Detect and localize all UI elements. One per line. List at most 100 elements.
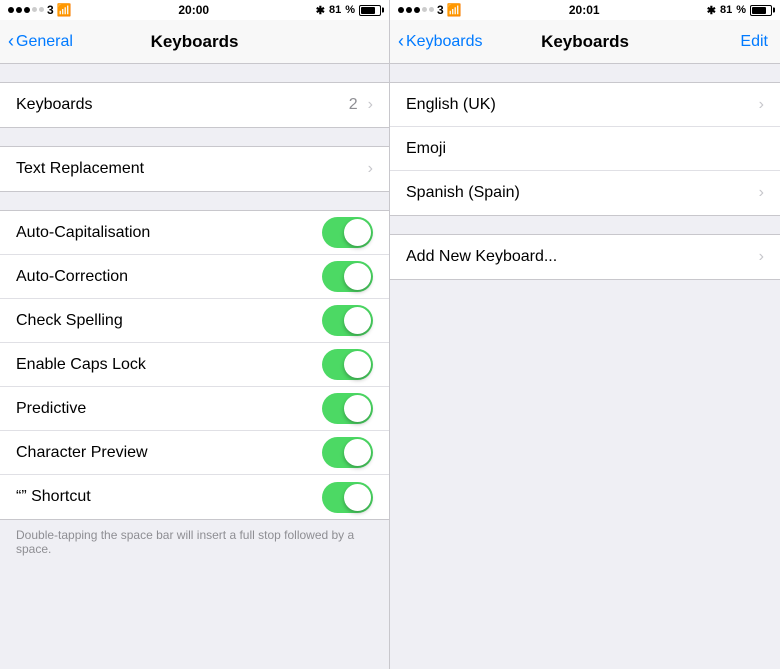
- toggle-predictive: Predictive: [0, 387, 389, 431]
- right-battery-percent: 81: [720, 4, 732, 16]
- signal-dot-1: [8, 7, 14, 13]
- add-keyboard-chevron-icon: ›: [759, 248, 764, 266]
- text-replacement-row[interactable]: Text Replacement ›: [0, 147, 389, 191]
- toggle-shortcut: “” Shortcut: [0, 475, 389, 519]
- keyboard-1-label: Emoji: [406, 140, 446, 158]
- keyboards-group: Keyboards 2 ›: [0, 82, 389, 128]
- right-wifi-icon: 📶: [447, 3, 462, 17]
- text-replacement-chevron-icon: ›: [368, 160, 373, 178]
- toggle-knob: [344, 439, 371, 466]
- r-signal-dot-3: [414, 7, 420, 13]
- text-replacement-right: ›: [368, 160, 373, 178]
- battery-percent: 81: [329, 4, 341, 16]
- r-signal-dot-4: [422, 7, 427, 12]
- r-signal-dot-5: [429, 7, 434, 12]
- toggle-auto-cap-switch[interactable]: [322, 217, 373, 248]
- keyboards-count: 2: [349, 96, 358, 114]
- toggle-char-preview-switch[interactable]: [322, 437, 373, 468]
- right-content: English (UK) › Emoji Spanish (Spain) › A…: [390, 64, 780, 669]
- toggle-caps-lock-label: Enable Caps Lock: [16, 356, 146, 374]
- toggle-check-spelling-label: Check Spelling: [16, 312, 123, 330]
- toggle-char-preview: Character Preview: [0, 431, 389, 475]
- left-status-left: 3 📶: [8, 3, 72, 17]
- toggle-check-spelling-switch[interactable]: [322, 305, 373, 336]
- keyboard-0-chevron-icon: ›: [759, 96, 764, 114]
- keyboards-label: Keyboards: [16, 96, 93, 114]
- toggle-char-preview-label: Character Preview: [16, 444, 148, 462]
- right-back-chevron-icon: ‹: [398, 31, 404, 52]
- keyboard-item-1[interactable]: Emoji: [390, 127, 780, 171]
- back-chevron-icon: ‹: [8, 31, 14, 52]
- left-nav-bar: ‹ General Keyboards: [0, 20, 389, 64]
- right-nav-bar: ‹ Keyboards Keyboards Edit: [390, 20, 780, 64]
- section-footer: Double-tapping the space bar will insert…: [0, 520, 389, 568]
- signal-dot-3: [24, 7, 30, 13]
- left-back-button[interactable]: ‹ General: [8, 32, 73, 52]
- right-carrier-label: 3: [437, 3, 444, 17]
- r-signal-dot-2: [406, 7, 412, 13]
- toggle-shortcut-switch[interactable]: [322, 482, 373, 513]
- toggle-predictive-switch[interactable]: [322, 393, 373, 424]
- gap-3: [0, 192, 389, 210]
- right-panel: 3 📶 20:01 ✱ 81% ‹ Keyboards Keyboards Ed…: [390, 0, 780, 669]
- right-gap-2: [390, 216, 780, 234]
- toggle-caps-lock: Enable Caps Lock: [0, 343, 389, 387]
- left-status-time: 20:00: [178, 3, 209, 17]
- keyboard-item-2[interactable]: Spanish (Spain) ›: [390, 171, 780, 215]
- right-status-left: 3 📶: [398, 3, 462, 17]
- text-replacement-group: Text Replacement ›: [0, 146, 389, 192]
- toggle-shortcut-label: “” Shortcut: [16, 488, 91, 506]
- toggle-knob: [344, 263, 371, 290]
- keyboard-2-chevron-icon: ›: [759, 184, 764, 202]
- right-battery-fill: [752, 7, 766, 14]
- toggle-knob: [344, 484, 371, 511]
- right-back-button[interactable]: ‹ Keyboards: [398, 32, 483, 52]
- left-nav-title: Keyboards: [151, 32, 239, 52]
- battery-fill: [361, 7, 375, 14]
- keyboards-row[interactable]: Keyboards 2 ›: [0, 83, 389, 127]
- left-panel: 3 📶 20:00 ✱ 81% ‹ General Keyboards Keyb…: [0, 0, 390, 669]
- battery-icon: [359, 5, 381, 16]
- toggle-knob: [344, 395, 371, 422]
- gap-2: [0, 128, 389, 146]
- keyboard-list-group: English (UK) › Emoji Spanish (Spain) ›: [390, 82, 780, 216]
- toggle-knob: [344, 351, 371, 378]
- signal-dots: [8, 7, 44, 13]
- add-keyboard-group: Add New Keyboard... ›: [390, 234, 780, 280]
- right-edit-button[interactable]: Edit: [740, 33, 768, 51]
- signal-dot-5: [39, 7, 44, 12]
- right-status-right: ✱ 81%: [707, 4, 772, 17]
- toggle-auto-cap-label: Auto-Capitalisation: [16, 224, 150, 242]
- toggle-knob: [344, 307, 371, 334]
- keyboards-right: 2 ›: [349, 96, 373, 114]
- keyboards-chevron-icon: ›: [368, 96, 373, 114]
- right-gap-1: [390, 64, 780, 82]
- back-label: General: [16, 33, 73, 51]
- toggle-check-spelling: Check Spelling: [0, 299, 389, 343]
- wifi-icon: 📶: [57, 3, 72, 17]
- right-battery-icon: [750, 5, 772, 16]
- toggle-auto-cap: Auto-Capitalisation: [0, 211, 389, 255]
- text-replacement-label: Text Replacement: [16, 160, 144, 178]
- add-keyboard-row[interactable]: Add New Keyboard... ›: [390, 235, 780, 279]
- toggles-group: Auto-Capitalisation Auto-Correction Chec…: [0, 210, 389, 520]
- right-nav-title: Keyboards: [541, 32, 629, 52]
- left-status-right: ✱ 81%: [316, 4, 381, 17]
- keyboard-0-label: English (UK): [406, 96, 496, 114]
- toggle-auto-correct-label: Auto-Correction: [16, 268, 128, 286]
- right-bluetooth-icon: ✱: [707, 4, 716, 17]
- right-signal-dots: [398, 7, 434, 13]
- left-status-bar: 3 📶 20:00 ✱ 81%: [0, 0, 389, 20]
- right-back-label: Keyboards: [406, 33, 483, 51]
- signal-dot-2: [16, 7, 22, 13]
- right-status-time: 20:01: [569, 3, 600, 17]
- keyboard-2-label: Spanish (Spain): [406, 184, 520, 202]
- r-signal-dot-1: [398, 7, 404, 13]
- toggle-auto-correct-switch[interactable]: [322, 261, 373, 292]
- signal-dot-4: [32, 7, 37, 12]
- toggle-caps-lock-switch[interactable]: [322, 349, 373, 380]
- toggle-knob: [344, 219, 371, 246]
- add-keyboard-label: Add New Keyboard...: [406, 248, 557, 266]
- gap-1: [0, 64, 389, 82]
- keyboard-item-0[interactable]: English (UK) ›: [390, 83, 780, 127]
